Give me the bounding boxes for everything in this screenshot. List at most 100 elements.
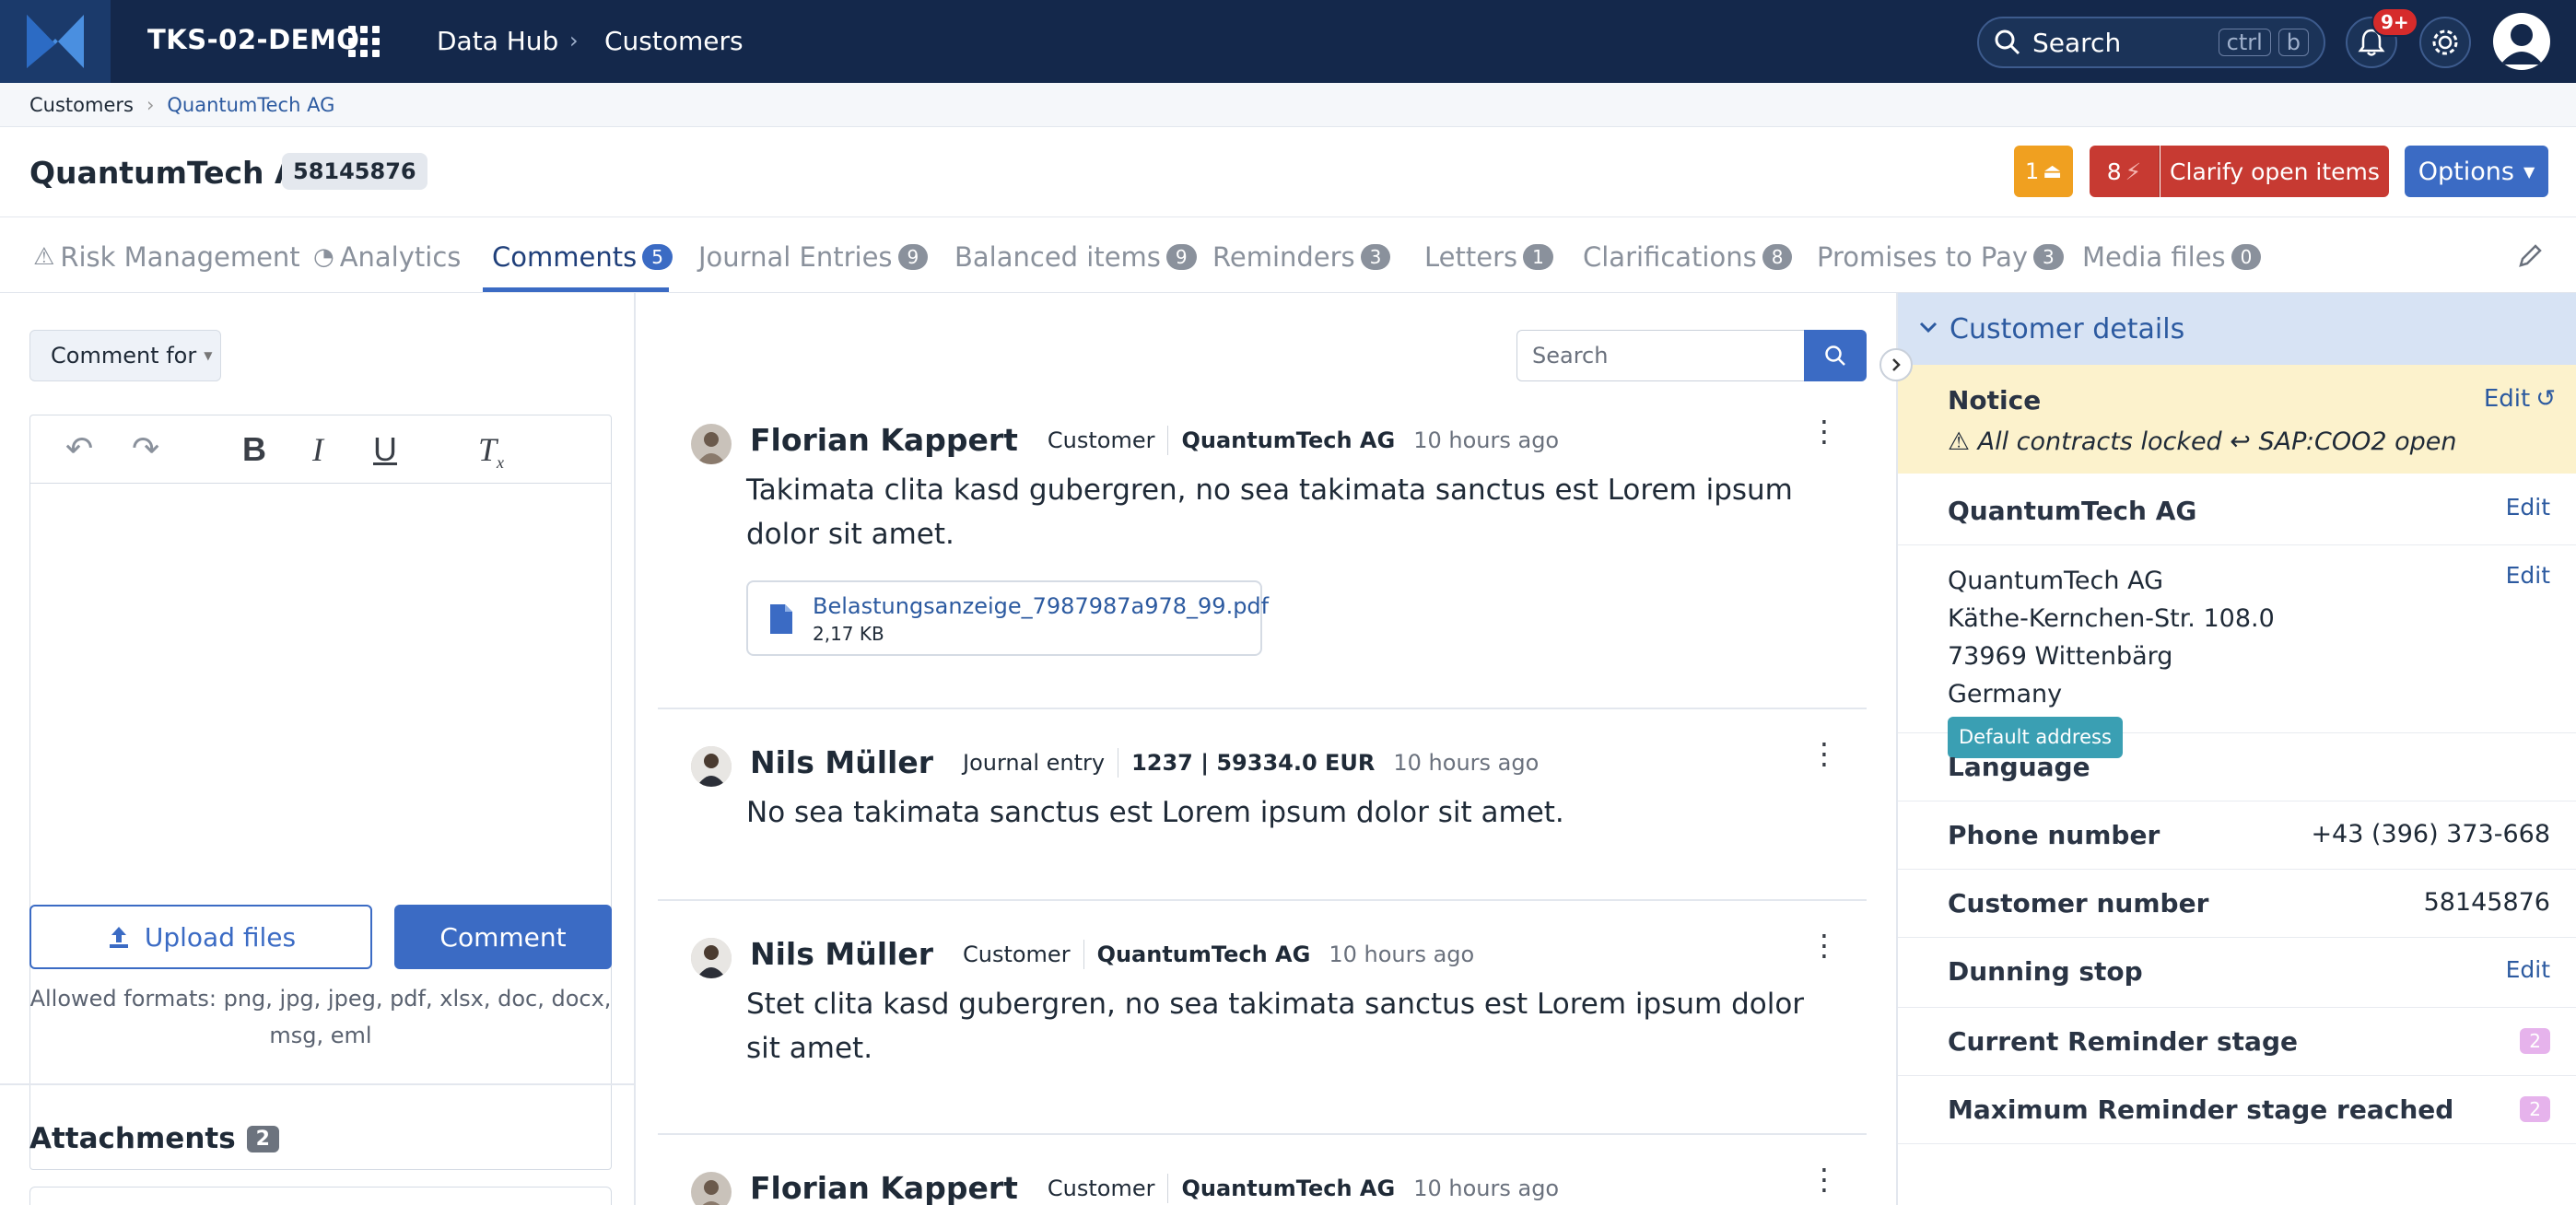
nav-data-hub[interactable]: Data Hub xyxy=(437,26,558,56)
collapse-panel-button[interactable] xyxy=(1879,348,1913,381)
tab-journal-entries[interactable]: Journal Entries 9 xyxy=(698,241,929,273)
comment-tag: Customer xyxy=(962,941,1071,967)
comment-time: 10 hours ago xyxy=(1329,941,1475,967)
comment-author[interactable]: Nils Müller xyxy=(750,744,933,780)
tab-label: Analytics xyxy=(339,241,462,273)
notice-edit-label: Edit xyxy=(2483,385,2531,413)
settings-button[interactable] xyxy=(2419,17,2471,68)
tab-count-badge: 1 xyxy=(1523,244,1553,270)
comment-author[interactable]: Florian Kappert xyxy=(750,1170,1018,1205)
bold-icon[interactable]: B xyxy=(242,430,266,469)
comment-for-label: Comment for xyxy=(51,343,197,369)
options-dropdown-button[interactable]: Options ▼ xyxy=(2405,146,2548,197)
comment-reference[interactable]: QuantumTech AG xyxy=(1083,939,1324,969)
dunning-stop-row: Dunning stop Edit xyxy=(1898,938,2576,1008)
file-size: 2,17 KB xyxy=(813,623,884,645)
comments-search-input[interactable]: Search xyxy=(1516,330,1804,381)
top-navbar: TKS-02-DEMO Data Hub › Customers Search … xyxy=(0,0,2576,83)
breadcrumb-current[interactable]: QuantumTech AG xyxy=(167,94,334,116)
tab-analytics[interactable]: ◔ Analytics xyxy=(313,241,461,273)
address-line: QuantumTech AG xyxy=(1948,567,2163,595)
alarm-icon: ⏏ xyxy=(2043,159,2063,183)
clear-format-icon[interactable]: Tx xyxy=(478,430,504,473)
comment-item: Florian Kappert Customer QuantumTech AG … xyxy=(658,416,1867,685)
attachments-heading: Attachments 2 xyxy=(29,1122,279,1155)
avatar xyxy=(691,424,732,464)
chevron-right-icon xyxy=(1892,358,1901,371)
tab-clarifications[interactable]: Clarifications 8 xyxy=(1583,241,1793,273)
customer-id-chip: 58145876 xyxy=(282,153,427,190)
edit-dunning-stop-button[interactable]: Edit xyxy=(2506,956,2550,983)
tab-label: Promises to Pay xyxy=(1817,241,2029,273)
file-name[interactable]: Belastungsanzeige_7987987a978_99.pdf xyxy=(813,593,1269,619)
app-logo[interactable] xyxy=(0,0,111,83)
customer-number-row: Customer number 58145876 xyxy=(1898,870,2576,938)
tab-label: Letters xyxy=(1424,241,1518,273)
breadcrumb-customers[interactable]: Customers xyxy=(29,94,134,116)
pencil-icon xyxy=(2519,244,2542,267)
notice-edit-button[interactable]: Edit ↺ xyxy=(2484,385,2556,413)
open-items-count-button[interactable]: 8 ⚡ xyxy=(2090,146,2160,197)
comment-tag: Customer xyxy=(1047,1175,1155,1201)
more-vertical-icon[interactable]: ⋮ xyxy=(1809,1166,1839,1194)
app-name[interactable]: TKS-02-DEMO xyxy=(147,24,359,55)
comments-search-button[interactable] xyxy=(1804,330,1867,381)
avatar xyxy=(691,938,732,978)
comment-time: 10 hours ago xyxy=(1413,427,1560,453)
clarify-open-items-button[interactable]: Clarify open items xyxy=(2160,146,2389,197)
tab-reminders[interactable]: Reminders 3 xyxy=(1212,241,1391,273)
comment-reference[interactable]: 1237 | 59334.0 EUR xyxy=(1118,747,1388,778)
file-icon xyxy=(770,604,792,634)
user-avatar[interactable] xyxy=(2493,13,2550,70)
tab-count-badge: 9 xyxy=(1165,244,1197,270)
max-reminder-stage-row: Maximum Reminder stage reached 2 xyxy=(1898,1076,2576,1144)
comment-text: Stet clita kasd gubergren, no sea takima… xyxy=(746,988,1805,1065)
warnings-button[interactable]: 1 ⏏ xyxy=(2014,146,2073,197)
file-attachment[interactable]: Belastungsanzeige_7987987a978_99.pdf 2,1… xyxy=(746,580,1269,656)
comment-author[interactable]: Florian Kappert xyxy=(750,422,1018,458)
underline-icon[interactable]: U xyxy=(373,430,397,469)
nav-customers[interactable]: Customers xyxy=(604,26,744,56)
more-vertical-icon[interactable]: ⋮ xyxy=(1809,739,1839,768)
tab-count-badge: 3 xyxy=(2033,244,2064,270)
upload-files-button[interactable]: Upload files xyxy=(29,905,372,969)
customer-details-header[interactable]: Customer details xyxy=(1898,293,2576,365)
divider xyxy=(658,708,1867,709)
undo-icon[interactable]: ↶ xyxy=(65,430,93,468)
editor-content[interactable] xyxy=(30,484,611,1165)
tab-letters[interactable]: Letters 1 xyxy=(1424,241,1553,273)
current-reminder-stage-row: Current Reminder stage 2 xyxy=(1898,1008,2576,1076)
tab-media-files[interactable]: Media files 0 xyxy=(2082,241,2262,273)
comment-reference[interactable]: QuantumTech AG xyxy=(1167,1173,1408,1203)
edit-company-button[interactable]: Edit xyxy=(2506,494,2550,521)
address-line: 73969 Wittenbärg xyxy=(1948,642,2173,671)
customer-number-label: Customer number xyxy=(1948,888,2209,918)
tab-risk-management[interactable]: ⚠ Risk Management xyxy=(33,241,300,273)
comment-header: Florian Kappert Customer QuantumTech AG … xyxy=(750,422,1559,458)
chevron-right-icon: › xyxy=(569,28,579,53)
tab-bar: ⚠ Risk Management ◔ Analytics Comments 5… xyxy=(0,217,2576,293)
edit-address-button[interactable]: Edit xyxy=(2506,562,2550,589)
more-vertical-icon[interactable]: ⋮ xyxy=(1809,416,1839,446)
global-search[interactable]: Search ctrl b xyxy=(1977,17,2325,68)
tab-balanced-items[interactable]: Balanced items 9 xyxy=(954,241,1197,273)
tab-count-badge: 0 xyxy=(2231,244,2262,270)
chevron-down-icon xyxy=(1919,322,1938,333)
tab-comments[interactable]: Comments 5 xyxy=(492,241,673,273)
address-row: QuantumTech AG Käthe-Kernchen-Str. 108.0… xyxy=(1898,545,2576,758)
comment-for-dropdown[interactable]: Comment for ▼ xyxy=(29,330,221,381)
caret-down-icon: ▼ xyxy=(2523,162,2535,181)
edit-tabs-button[interactable] xyxy=(2515,241,2545,275)
comment-author[interactable]: Nils Müller xyxy=(750,936,933,972)
rich-text-editor[interactable]: ↶ ↷ B I U Tx xyxy=(29,415,612,1170)
italic-icon[interactable]: I xyxy=(312,430,323,469)
search-label: Search xyxy=(2032,27,2122,58)
redo-icon[interactable]: ↷ xyxy=(132,430,159,468)
comment-submit-button[interactable]: Comment xyxy=(394,905,612,969)
attachment-item[interactable] xyxy=(29,1187,612,1205)
comment-reference[interactable]: QuantumTech AG xyxy=(1167,425,1408,455)
tab-promises-to-pay[interactable]: Promises to Pay 3 xyxy=(1817,241,2064,273)
comment-item: Nils Müller Journal entry 1237 | 59334.0… xyxy=(658,739,1867,888)
apps-grid-icon[interactable] xyxy=(348,26,380,57)
more-vertical-icon[interactable]: ⋮ xyxy=(1809,930,1839,960)
